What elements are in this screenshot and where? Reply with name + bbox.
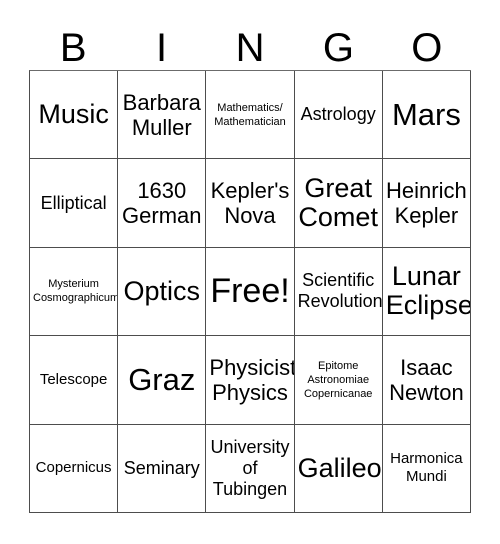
bingo-cell-free-space[interactable]: Free!	[206, 247, 295, 337]
bingo-cell-g4[interactable]: Epitome Astronomiae Copernicanae	[294, 336, 383, 425]
bingo-cell-label: Lunar Eclipse	[385, 261, 471, 321]
bingo-cell-g2[interactable]: Great Comet	[294, 159, 383, 248]
bingo-cell-label: Seminary	[123, 457, 200, 478]
free-space-label: Free!	[210, 271, 290, 310]
bingo-cell-g5[interactable]: Galileo	[294, 424, 383, 513]
bingo-cell-label: Mathematics/ Mathematician	[214, 101, 286, 128]
bingo-cell-label: Graz	[128, 361, 196, 397]
bingo-cell-i1[interactable]: Barbara Muller	[118, 71, 207, 160]
bingo-header-letter-n: N	[235, 26, 265, 70]
bingo-header-letter-o: O	[411, 26, 443, 70]
bingo-cell-label: Scientific Revolution	[297, 270, 383, 312]
bingo-header: B I N G O	[29, 16, 471, 70]
bingo-cell-n2[interactable]: Kepler's Nova	[206, 159, 295, 248]
bingo-cell-label: Physicist/ Physics	[209, 354, 295, 405]
bingo-cell-o3[interactable]: Lunar Eclipse	[382, 247, 471, 337]
bingo-cell-label: University of Tubingen	[210, 436, 290, 499]
bingo-card: B I N G O Music Barbara Muller Mathemati…	[0, 0, 500, 544]
bingo-cell-label: Music	[38, 99, 109, 130]
bingo-cell-label: Elliptical	[40, 192, 107, 213]
bingo-cell-n4[interactable]: Physicist/ Physics	[206, 336, 295, 425]
bingo-cell-o4[interactable]: Isaac Newton	[382, 336, 471, 425]
bingo-cell-g1[interactable]: Astrology	[294, 71, 383, 160]
bingo-cell-i4[interactable]: Graz	[118, 336, 207, 425]
bingo-cell-label: Harmonica Mundi	[390, 450, 463, 486]
bingo-cell-n1[interactable]: Mathematics/ Mathematician	[206, 71, 295, 160]
bingo-cell-label: Mysterium Cosmographicum	[33, 278, 119, 305]
bingo-cell-label: Telescope	[39, 370, 108, 388]
bingo-cell-o5[interactable]: Harmonica Mundi	[382, 424, 471, 513]
bingo-header-letter-g: G	[322, 26, 354, 70]
bingo-cell-label: Barbara Muller	[122, 89, 201, 140]
bingo-cell-label: Epitome Astronomiae Copernicanae	[303, 359, 373, 400]
bingo-cell-b3[interactable]: Mysterium Cosmographicum	[30, 247, 119, 337]
bingo-cell-label: Great Comet	[298, 173, 378, 233]
bingo-cell-o2[interactable]: Heinrich Kepler	[382, 159, 471, 248]
bingo-cell-i5[interactable]: Seminary	[118, 424, 207, 513]
bingo-cell-label: Astrology	[300, 104, 376, 125]
bingo-cell-label: Galileo	[297, 452, 382, 483]
bingo-cell-label: Kepler's Nova	[210, 178, 290, 229]
bingo-cell-o1[interactable]: Mars	[382, 71, 471, 160]
bingo-cell-label: Optics	[123, 275, 201, 306]
bingo-cell-label: Heinrich Kepler	[386, 178, 467, 229]
bingo-grid: Music Barbara Muller Mathematics/ Mathem…	[29, 70, 471, 513]
bingo-cell-b1[interactable]: Music	[30, 71, 119, 160]
bingo-cell-label: 1630 German	[122, 178, 202, 229]
bingo-header-letter-b: B	[59, 26, 87, 70]
bingo-cell-g3[interactable]: Scientific Revolution	[294, 247, 383, 337]
bingo-cell-b2[interactable]: Elliptical	[30, 159, 119, 248]
bingo-cell-n5[interactable]: University of Tubingen	[206, 424, 295, 513]
bingo-header-letter-i: I	[156, 26, 168, 70]
bingo-cell-label: Isaac Newton	[389, 354, 464, 405]
bingo-cell-label: Mars	[391, 96, 461, 132]
bingo-cell-label: Copernicus	[35, 459, 112, 477]
bingo-cell-b5[interactable]: Copernicus	[30, 424, 119, 513]
bingo-cell-b4[interactable]: Telescope	[30, 336, 119, 425]
bingo-cell-i3[interactable]: Optics	[118, 247, 207, 337]
bingo-cell-i2[interactable]: 1630 German	[118, 159, 207, 248]
